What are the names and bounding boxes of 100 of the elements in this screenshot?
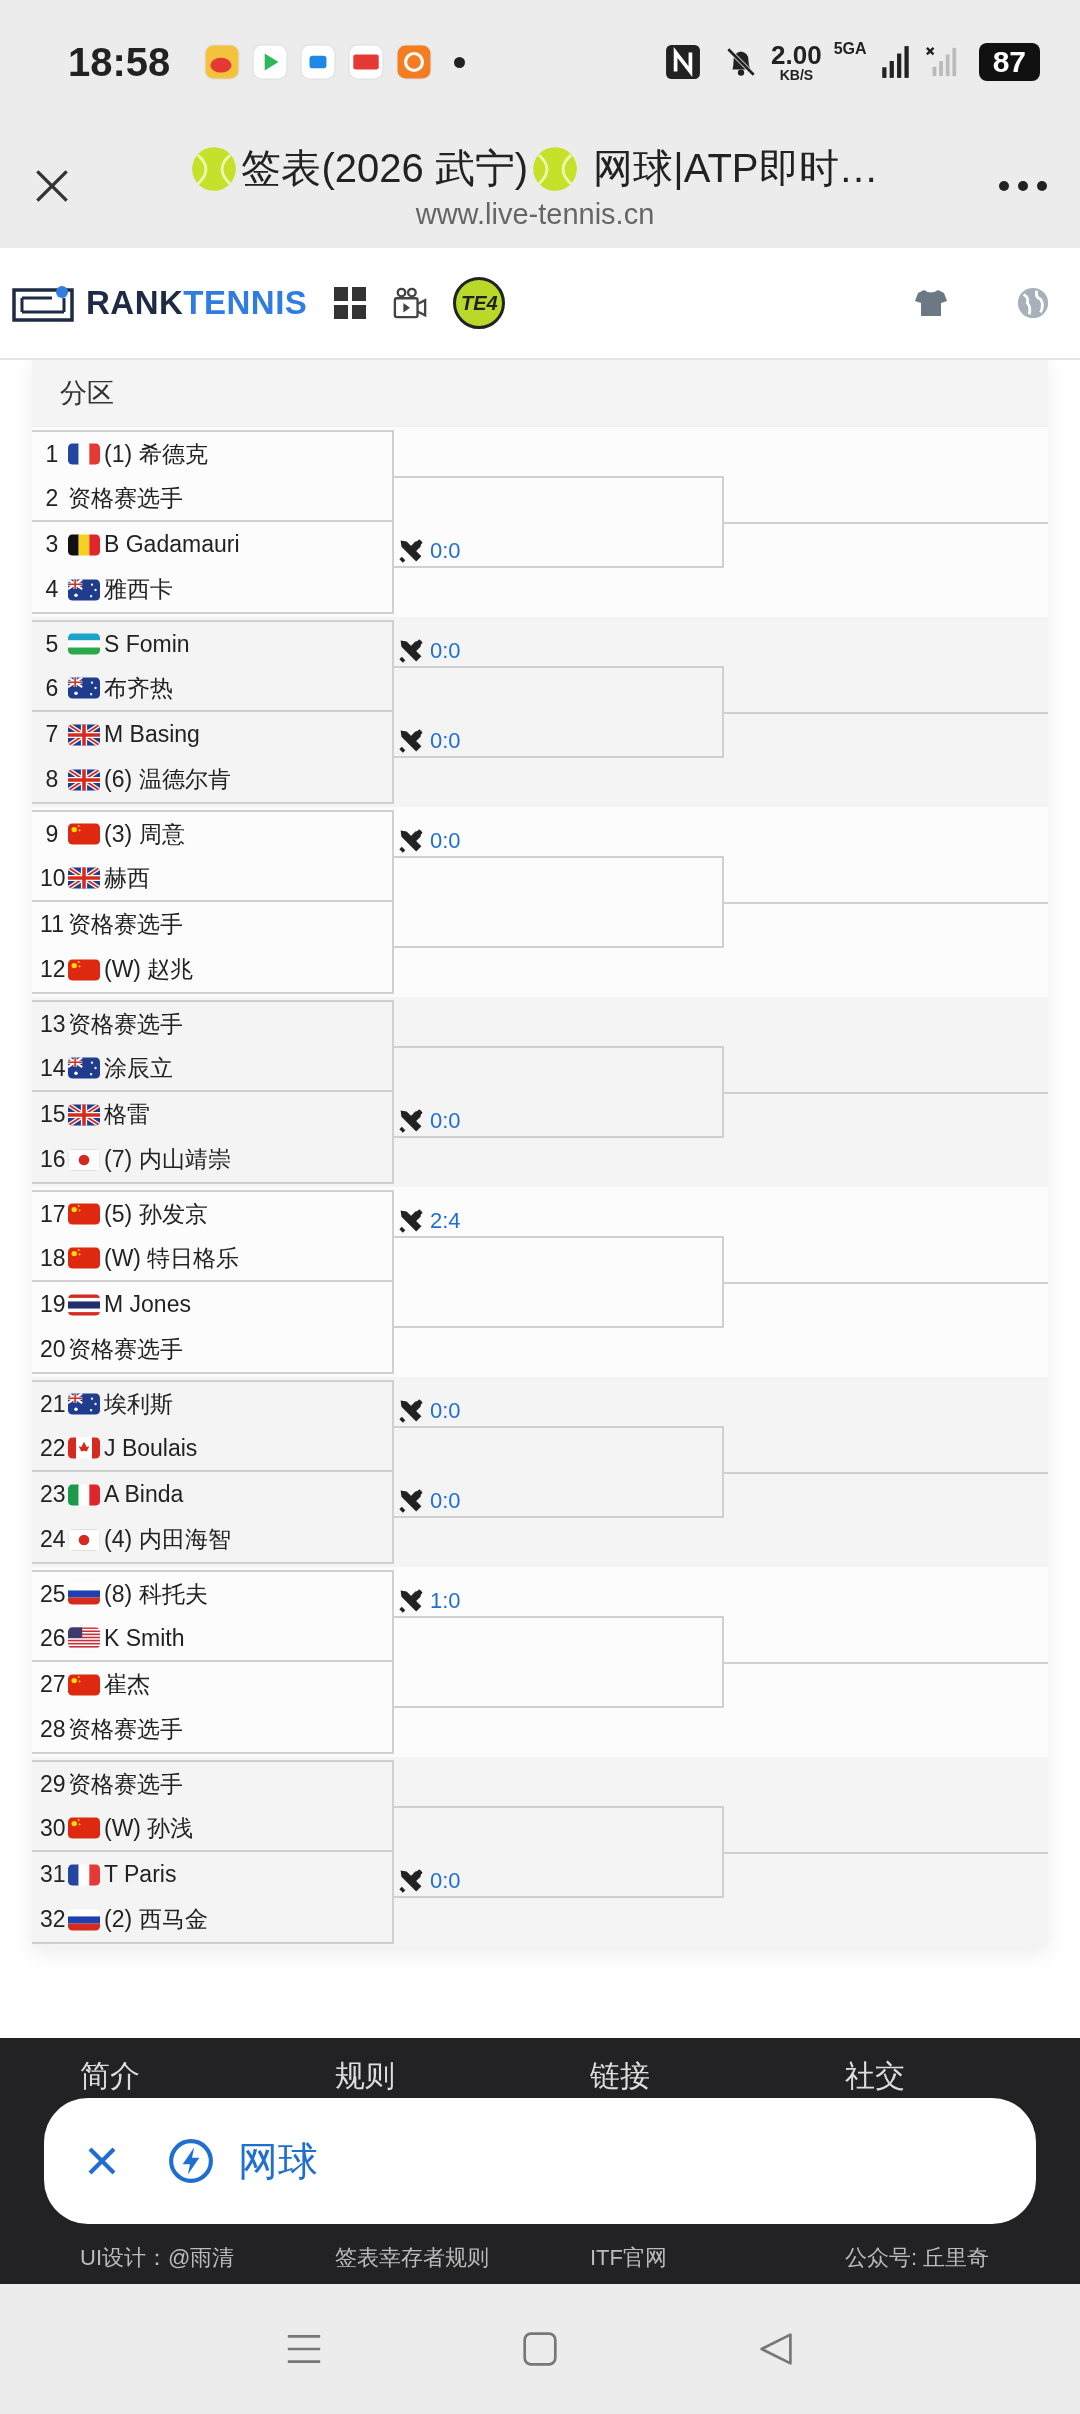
draw-position: 28 bbox=[40, 1716, 64, 1743]
notification-icon bbox=[204, 44, 241, 80]
player-name: (1) 希德克 bbox=[104, 439, 208, 469]
match-score[interactable]: 0:0 bbox=[430, 828, 461, 854]
player-name: 涂辰立 bbox=[104, 1053, 173, 1083]
player-name: S Fomin bbox=[104, 630, 190, 658]
player-name: B Gadamauri bbox=[104, 531, 240, 558]
player-name: (W) 赵兆 bbox=[104, 955, 194, 984]
player-name: 资格赛选手 bbox=[68, 483, 183, 513]
draw-position: 23 bbox=[40, 1481, 64, 1508]
draw-position: 5 bbox=[44, 630, 60, 658]
footer-link[interactable]: 公众号: 丘里奇 bbox=[845, 2243, 1080, 2273]
site-logo[interactable]: RANKTENNIS bbox=[86, 284, 308, 322]
draw-position: 15 bbox=[40, 1101, 64, 1128]
crossed-swords-icon bbox=[398, 1488, 424, 1514]
draw-position: 10 bbox=[40, 864, 64, 892]
footer-link[interactable]: UI设计：@雨清 bbox=[80, 2243, 335, 2273]
draw-position: 7 bbox=[44, 721, 60, 748]
page-title: 签表(2026 武宁) bbox=[241, 145, 529, 192]
draw-position: 3 bbox=[44, 531, 60, 558]
draw-position: 19 bbox=[40, 1291, 64, 1318]
footer-link[interactable]: ITF官网 bbox=[590, 2243, 845, 2273]
crossed-swords-icon bbox=[398, 1398, 424, 1424]
player-name: 资格赛选手 bbox=[68, 1715, 183, 1744]
te4-badge[interactable]: TE4 bbox=[453, 277, 506, 329]
player-name: M Jones bbox=[104, 1291, 191, 1318]
crossed-swords-icon bbox=[398, 1108, 424, 1134]
match-score[interactable]: 0:0 bbox=[430, 1108, 461, 1134]
network-type: 5GA bbox=[833, 40, 867, 58]
draw-position: 4 bbox=[44, 576, 60, 603]
footer-heading: 简介 bbox=[80, 2058, 141, 2094]
video-camera-icon[interactable] bbox=[393, 286, 428, 320]
draw-position: 14 bbox=[40, 1054, 64, 1082]
crossed-swords-icon bbox=[398, 728, 424, 754]
player-name: 赫西 bbox=[104, 863, 150, 893]
match-score[interactable]: 1:0 bbox=[430, 1588, 461, 1614]
draw-position: 8 bbox=[44, 766, 60, 793]
player-name: K Smith bbox=[104, 1624, 185, 1652]
page-title: 网球|ATP即时… bbox=[592, 145, 879, 192]
nfc-icon bbox=[665, 44, 702, 80]
tennis-ball-icon bbox=[191, 145, 238, 192]
draw-position: 17 bbox=[40, 1200, 64, 1228]
draw-position: 13 bbox=[40, 1010, 64, 1038]
player-name: 布齐热 bbox=[104, 673, 173, 703]
draw-position: 30 bbox=[40, 1814, 64, 1842]
notification-icon bbox=[300, 44, 337, 80]
battery-level: 87 bbox=[978, 43, 1040, 81]
match-score[interactable]: 0:0 bbox=[430, 1398, 461, 1424]
player-name: 资格赛选手 bbox=[68, 1335, 183, 1364]
grid-icon[interactable] bbox=[333, 286, 368, 320]
crossed-swords-icon bbox=[398, 638, 424, 664]
player-name: M Basing bbox=[104, 721, 200, 748]
player-name: (2) 西马金 bbox=[104, 1905, 208, 1934]
draw-position: 16 bbox=[40, 1146, 64, 1173]
draw-position: 6 bbox=[44, 674, 60, 702]
match-score[interactable]: 2:4 bbox=[430, 1208, 461, 1234]
match-score[interactable]: 0:0 bbox=[430, 728, 461, 754]
player-name: 雅西卡 bbox=[104, 575, 173, 604]
more-notifications-icon bbox=[454, 56, 466, 68]
player-name: (3) 周意 bbox=[104, 819, 185, 849]
player-name: A Binda bbox=[104, 1481, 184, 1508]
player-name: (4) 内田海智 bbox=[104, 1525, 231, 1554]
page-url: www.live-tennis.cn bbox=[415, 198, 655, 231]
player-name: 资格赛选手 bbox=[68, 1009, 183, 1039]
home-icon[interactable] bbox=[522, 2331, 558, 2367]
footer-heading: 规则 bbox=[335, 2058, 396, 2094]
match-score[interactable]: 0:0 bbox=[430, 638, 461, 664]
match-score[interactable]: 0:0 bbox=[430, 538, 461, 564]
match-score[interactable]: 0:0 bbox=[430, 1488, 461, 1514]
draw-position: 31 bbox=[40, 1861, 64, 1888]
lightning-icon bbox=[168, 2138, 214, 2184]
back-icon[interactable] bbox=[758, 2331, 794, 2367]
draw-position: 18 bbox=[40, 1244, 64, 1272]
notification-icon bbox=[396, 44, 433, 80]
player-name: J Boulais bbox=[104, 1434, 198, 1462]
status-time: 18:58 bbox=[68, 39, 171, 85]
crossed-swords-icon bbox=[398, 1208, 424, 1234]
section-heading: 分区 bbox=[60, 377, 114, 410]
player-name: 埃利斯 bbox=[104, 1389, 173, 1419]
crossed-swords-icon bbox=[398, 1868, 424, 1894]
notification-icon bbox=[348, 44, 385, 80]
draw-position: 21 bbox=[40, 1390, 64, 1418]
draw-position: 2 bbox=[44, 484, 60, 512]
player-name: (5) 孙发京 bbox=[104, 1199, 208, 1229]
draw-position: 1 bbox=[44, 440, 60, 468]
player-name: 格雷 bbox=[104, 1100, 150, 1129]
draw-position: 20 bbox=[40, 1336, 64, 1363]
draw-position: 12 bbox=[40, 956, 64, 983]
draw-position: 24 bbox=[40, 1526, 64, 1553]
network-speed: 2.00 KB/S bbox=[771, 42, 822, 82]
footer-link[interactable]: 签表幸存者规则 bbox=[335, 2243, 590, 2273]
match-score[interactable]: 0:0 bbox=[430, 1868, 461, 1894]
crossed-swords-icon bbox=[398, 538, 424, 564]
player-name: (W) 特日格乐 bbox=[104, 1243, 240, 1273]
player-name: (6) 温德尔肯 bbox=[104, 765, 231, 794]
player-name: 资格赛选手 bbox=[68, 1769, 183, 1799]
search-query[interactable]: 网球 bbox=[238, 2133, 318, 2189]
player-name: T Paris bbox=[104, 1861, 177, 1888]
draw-position: 32 bbox=[40, 1906, 64, 1933]
draw-position: 25 bbox=[40, 1580, 64, 1608]
